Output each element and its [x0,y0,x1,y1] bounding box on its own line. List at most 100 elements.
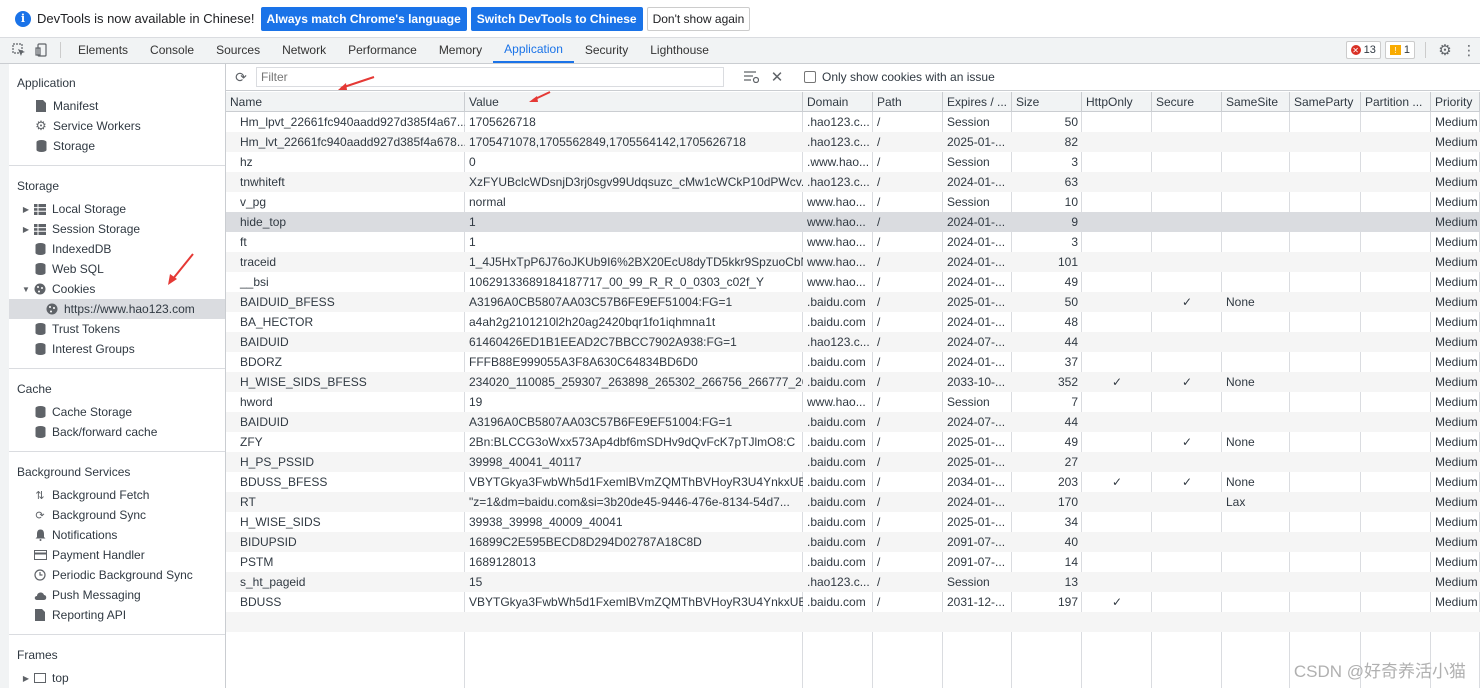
cell-size: 37 [1064,355,1078,369]
dont-show-again-button[interactable]: Don't show again [646,6,751,31]
table-row[interactable]: BDUSS VBYTGkya3FwbWh5d1FxemlBVmZQMThBVHoy… [226,592,1480,612]
cell-httponly [1082,492,1152,512]
column-header-partition[interactable]: Partition ... [1361,92,1431,112]
column-header-domain[interactable]: Domain [803,92,873,112]
tab-application[interactable]: Application [493,37,574,63]
cell-sameparty [1290,272,1361,292]
device-toolbar-icon[interactable] [30,37,54,63]
cell-secure [1152,512,1222,532]
table-row[interactable]: traceid 1_4J5HxTpP6J76oJKUb9I6%2BX20EcU8d… [226,252,1480,272]
tab-security[interactable]: Security [574,37,639,63]
switch-to-chinese-button[interactable]: Switch DevTools to Chinese [470,6,643,31]
tab-console[interactable]: Console [139,37,205,63]
table-row[interactable]: __bsi 10629133689184187717_00_99_R_R_0_03… [226,272,1480,292]
table-row[interactable]: Hm_lvt_22661fc940aadd927d385f4a678... 170… [226,132,1480,152]
sidebar-item-push-messaging[interactable]: Push Messaging [9,585,225,605]
cell-path: / [877,595,881,609]
column-header-httponly[interactable]: HttpOnly [1082,92,1152,112]
tab-performance[interactable]: Performance [337,37,428,63]
table-row[interactable]: PSTM 1689128013 .baidu.com / 2091-07-... 14 Me… [226,552,1480,572]
column-header-sameparty[interactable]: SameParty [1290,92,1361,112]
sidebar-item-local-storage[interactable]: ▶ Local Storage [9,199,225,219]
table-row[interactable]: hz 0 .www.hao... / Session 3 Medium [226,152,1480,172]
table-row[interactable]: ZFY 2Bn:BLCCG3oWxx573Ap4dbf6mSDHv9dQvFcK7… [226,432,1480,452]
cell-partition [1361,292,1431,312]
only-issues-checkbox[interactable] [804,71,816,83]
tab-elements[interactable]: Elements [67,37,139,63]
column-header-secure[interactable]: Secure [1152,92,1222,112]
sidebar-item-label: IndexedDB [52,242,112,256]
sidebar-item-notifications[interactable]: Notifications [9,525,225,545]
database-icon [33,342,47,356]
table-row[interactable]: hword 19 www.hao... / Session 7 Medium [226,392,1480,412]
column-header-size[interactable]: Size [1012,92,1082,112]
sidebar-item-interest-groups[interactable]: Interest Groups [9,339,225,359]
expand-arrow-icon[interactable]: ▶ [21,225,31,234]
sidebar-item-background-sync[interactable]: ⟳ Background Sync [9,505,225,525]
column-header-samesite[interactable]: SameSite [1222,92,1290,112]
column-header-priority[interactable]: Priority [1431,92,1480,112]
tab-network[interactable]: Network [271,37,337,63]
cell-secure: ✓ [1181,475,1193,489]
table-row[interactable]: s_ht_pageid 15 .hao123.c... / Session 13 Mediu… [226,572,1480,592]
sidebar-item-trust-tokens[interactable]: Trust Tokens [9,319,225,339]
table-row[interactable]: tnwhiteft XzFYUBclcWDsnjD3rj0sgv99Udqsuzc… [226,172,1480,192]
inspect-element-icon[interactable] [8,37,30,63]
clear-filtered-cookies-icon[interactable] [738,71,764,83]
column-header-value[interactable]: Value [465,92,803,112]
cell-priority: Medium [1435,135,1478,149]
more-options-icon[interactable]: ⋮ [1458,37,1480,63]
sidebar-item-service-workers[interactable]: ⚙ Service Workers [9,116,225,136]
table-row[interactable]: BDUSS_BFESS VBYTGkya3FwbWh5d1FxemlBVmZQMT… [226,472,1480,492]
tab-sources[interactable]: Sources [205,37,271,63]
cell-expires: 2024-01-... [947,495,1006,509]
column-header-expires[interactable]: Expires / ... [943,92,1012,112]
sidebar-item-reporting-api[interactable]: Reporting API [9,605,225,625]
gear-icon[interactable]: ⚙ [1432,37,1458,63]
table-row[interactable]: BAIDUID 61460426ED1B1EEAD2C7BBCC7902A938:… [226,332,1480,352]
sidebar-scrollbar[interactable] [0,64,9,688]
table-row[interactable]: RT "z=1&dm=baidu.com&si=3b20de45-9446-476… [226,492,1480,512]
table-row[interactable]: BA_HECTOR a4ah2g2101210l2h20ag2420bqr1fo1… [226,312,1480,332]
sidebar-item-session-storage[interactable]: ▶ Session Storage [9,219,225,239]
close-icon[interactable]: ✕ [764,68,790,86]
table-row[interactable]: BAIDUID A3196A0CB5807AA03C57B6FE9EF51004:… [226,412,1480,432]
sidebar-item-payment-handler[interactable]: Payment Handler [9,545,225,565]
cell-sameparty [1290,552,1361,572]
table-row[interactable]: v_pg normal www.hao... / Session 10 Medium [226,192,1480,212]
filter-input[interactable] [256,67,724,87]
table-row[interactable]: H_WISE_SIDS 39938_39998_40009_40041 .baidu… [226,512,1480,532]
table-row[interactable]: BIDUPSID 16899C2E595BECD8D294D02787A18C8D… [226,532,1480,552]
expand-arrow-icon[interactable]: ▶ [21,674,31,683]
cell-path: / [877,515,881,529]
sidebar-item-cache-storage[interactable]: Cache Storage [9,402,225,422]
table-row[interactable]: BDORZ FFFB88E999055A3F8A630C64834BD6D0 .ba… [226,352,1480,372]
always-match-language-button[interactable]: Always match Chrome's language [260,6,467,31]
tab-memory[interactable]: Memory [428,37,493,63]
sidebar-item-background-fetch[interactable]: ⇅ Background Fetch [9,485,225,505]
cell-size: 44 [1064,335,1078,349]
table-row[interactable]: H_PS_PSSID 39998_40041_40117 .baidu.com / 20… [226,452,1480,472]
table-header: Name Value Domain Path Expires / ... Size Http… [226,92,1480,112]
sidebar-item-frame-top[interactable]: ▶ top [9,668,225,688]
expand-arrow-icon[interactable]: ▶ [21,205,31,214]
sidebar-item-back-forward-cache[interactable]: Back/forward cache [9,422,225,442]
table-row[interactable]: ft 1 www.hao... / 2024-01-... 3 Medium [226,232,1480,252]
column-header-path[interactable]: Path [873,92,943,112]
cell-priority: Medium [1435,335,1478,349]
sidebar-item-cookie-origin[interactable]: https://www.hao123.com [9,299,225,319]
table-row[interactable]: H_WISE_SIDS_BFESS 234020_110085_259307_26… [226,372,1480,392]
warning-count-badge[interactable]: ! 1 [1384,41,1415,59]
refresh-icon[interactable]: ⟳ [226,69,256,86]
collapse-arrow-icon[interactable]: ▼ [21,285,31,294]
sidebar-item-manifest[interactable]: Manifest [9,96,225,116]
sidebar-item-periodic-background-sync[interactable]: Periodic Background Sync [9,565,225,585]
cell-secure [1152,352,1222,372]
column-header-name[interactable]: Name [226,92,465,112]
sidebar-item-storage[interactable]: Storage [9,136,225,156]
table-row[interactable]: Hm_lpvt_22661fc940aadd927d385f4a67... 170… [226,112,1480,132]
table-row[interactable]: hide_top 1 www.hao... / 2024-01-... 9 Medium [226,212,1480,232]
tab-lighthouse[interactable]: Lighthouse [639,37,720,63]
table-row[interactable]: BAIDUID_BFESS A3196A0CB5807AA03C57B6FE9EF… [226,292,1480,312]
error-count-badge[interactable]: ✕ 13 [1345,41,1381,59]
